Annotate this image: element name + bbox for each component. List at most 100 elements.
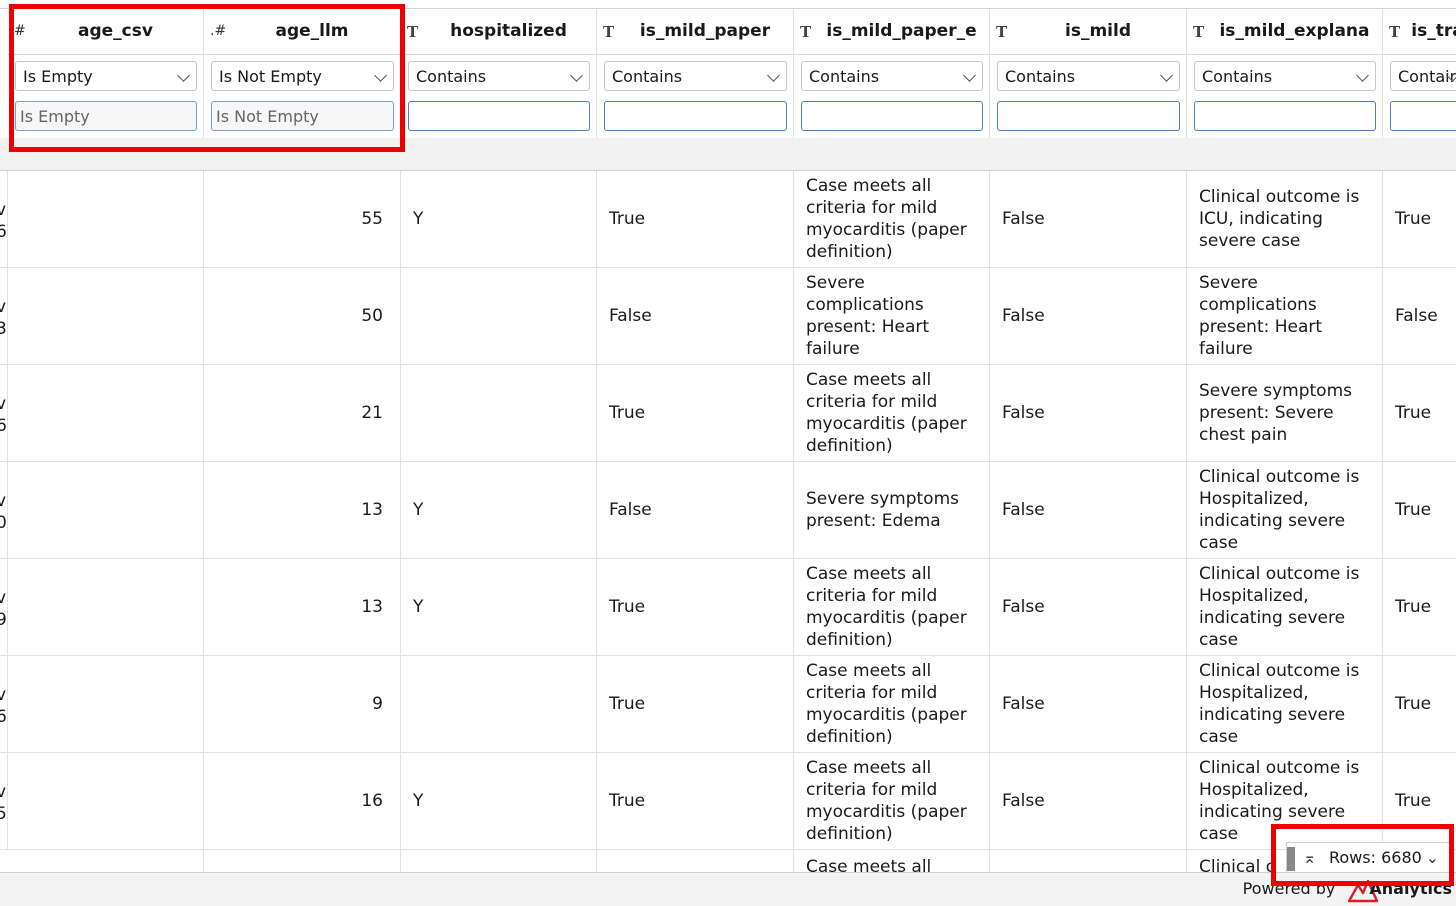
filter-operator-select[interactable]: Contains [604,61,787,91]
cell-age_llm[interactable]: 55 [204,171,401,267]
cell-is_mild_paper[interactable]: True [597,559,794,655]
table-row[interactable]: v 9 13 Y True Case meets all criteria for mi… [0,559,1456,656]
cell-is_tra[interactable]: False [1383,268,1456,364]
column-title[interactable]: is_mild_explana [1211,21,1378,41]
cell-is_mild[interactable]: False [990,656,1187,752]
cell-is_tra[interactable]: True [1383,171,1456,267]
column-header[interactable]: Tis_mild_paper_e [794,9,989,55]
scroll-to-bottom-icon[interactable]: ⌄ [1426,848,1439,867]
filter-operator-select[interactable]: Contair [1390,61,1456,91]
cell-is_mild_paper_e[interactable]: Case meets all criteria for mild myocard… [794,171,990,267]
cell-hospitalized[interactable] [401,656,597,752]
cell-is_mild[interactable]: False [990,462,1187,558]
filter-operator-select[interactable]: Contains [408,61,590,91]
filter-operator-select[interactable]: Is Not Empty [211,61,394,91]
cell-is_mild[interactable] [990,850,1187,872]
filter-value-input[interactable] [1390,101,1456,131]
cell-hospitalized[interactable]: Y [401,171,597,267]
filter-value-input[interactable] [408,101,590,131]
cell-is_mild_explana[interactable]: Severe complications present: Heart fail… [1187,268,1383,364]
column-title[interactable]: is_mild_paper_e [818,21,985,41]
cell-age_csv[interactable] [8,656,204,752]
column-header[interactable]: Tis_mild_explana [1187,9,1382,55]
cell-is_mild[interactable]: False [990,559,1187,655]
cell-is_mild_paper_e[interactable]: Severe complications present: Heart fail… [794,268,990,364]
table-row[interactable]: v 6 21 True Case meets all criteria for mil… [0,365,1456,462]
cell-hospitalized[interactable]: Y [401,753,597,849]
cell-age_llm[interactable]: 9 [204,656,401,752]
cell-is_tra[interactable]: True [1383,656,1456,752]
cell-is_mild[interactable]: False [990,753,1187,849]
column-header[interactable]: Tis_mild [990,9,1186,55]
cell-age_llm[interactable]: 16 [204,753,401,849]
column-header[interactable]: .# age_llm [204,9,400,55]
cell-hospitalized[interactable]: Y [401,462,597,558]
cell-age_csv[interactable] [8,268,204,364]
cell-is_mild_explana[interactable]: Clinical outcome is Hospitalized, indica… [1187,753,1383,849]
cell-is_mild_paper[interactable]: True [597,171,794,267]
table-row[interactable]: v 3 50 False Severe complications present: … [0,268,1456,365]
filter-operator-select[interactable]: Contains [997,61,1180,91]
cell-is_mild_paper[interactable]: True [597,656,794,752]
cell-is_mild_paper[interactable]: True [597,365,794,461]
filter-operator-select[interactable]: Is Empty [15,61,197,91]
filter-operator-select[interactable]: Contains [1194,61,1376,91]
filter-operator-select[interactable]: Contains [801,61,983,91]
column-header[interactable]: Thospitalized [401,9,596,55]
cell-is_tra[interactable]: True [1383,753,1456,849]
cell-is_mild_paper_e[interactable]: Case meets all criteria for mild myocard… [794,656,990,752]
cell-is_mild_explana[interactable]: Severe symptoms present: Severe chest pa… [1187,365,1383,461]
cell-is_mild_explana[interactable]: Clinical outcome is Hospitalized, indica… [1187,462,1383,558]
cell-is_mild_paper_e[interactable]: Case meets all criteria for mild myocard… [794,365,990,461]
column-title[interactable]: hospitalized [425,21,592,41]
cell-is_mild_paper[interactable]: False [597,268,794,364]
cell-is_mild[interactable]: False [990,171,1187,267]
table-row[interactable]: v 6 9 True Case meets all criteria for mild… [0,656,1456,753]
cell-is_mild_paper_e[interactable]: Case meets all criteria for mild myocard… [794,559,990,655]
scroll-to-top-icon[interactable]: ⌅ [1303,848,1316,867]
cell-age_llm[interactable]: 21 [204,365,401,461]
cell-age_csv[interactable] [8,462,204,558]
cell-is_mild_explana[interactable]: Clinical outcome is Hospitalized, indica… [1187,559,1383,655]
cell-is_tra[interactable]: True [1383,365,1456,461]
cell-age_llm[interactable]: 13 [204,462,401,558]
cell-is_mild[interactable]: False [990,268,1187,364]
column-header[interactable]: # age_csv [8,9,203,55]
filter-value-input[interactable] [997,101,1180,131]
cell-is_tra[interactable]: True [1383,462,1456,558]
cell-hospitalized[interactable]: Y [401,559,597,655]
column-title[interactable]: is_tra [1407,21,1456,41]
filter-value-input[interactable] [1194,101,1376,131]
cell-is_tra[interactable]: True [1383,559,1456,655]
cell-is_mild_explana[interactable]: Clinical outcome is ICU, indicating seve… [1187,171,1383,267]
brand-name[interactable]: Analytics [1369,879,1452,898]
cell-is_mild_paper[interactable] [597,850,794,872]
column-header[interactable]: Tis_mild_paper [597,9,793,55]
table-row[interactable]: v 0 13 Y False Severe symptoms present: Edem… [0,462,1456,559]
cell-is_mild_paper[interactable]: False [597,462,794,558]
resize-grip[interactable] [1287,847,1295,871]
table-row[interactable]: v 5 16 Y True Case meets all criteria for mi… [0,753,1456,850]
column-title[interactable]: age_llm [228,21,396,41]
column-title[interactable]: is_mild_paper [621,21,789,41]
table-row[interactable]: v 6 55 Y True Case meets all criteria for mi… [0,171,1456,268]
cell-age_csv[interactable] [8,365,204,461]
table-row-partial[interactable]: Case meets all Clinical o [0,850,1456,872]
filter-value-input[interactable] [604,101,787,131]
cell-age_csv[interactable] [8,850,204,872]
filter-value-input[interactable] [801,101,983,131]
cell-hospitalized[interactable] [401,850,597,872]
cell-age_llm[interactable] [204,850,401,872]
column-header[interactable]: Tis_tra [1383,9,1456,55]
cell-age_llm[interactable]: 13 [204,559,401,655]
cell-hospitalized[interactable] [401,365,597,461]
cell-age_llm[interactable]: 50 [204,268,401,364]
cell-age_csv[interactable] [8,171,204,267]
cell-age_csv[interactable] [8,753,204,849]
cell-is_mild_paper[interactable]: True [597,753,794,849]
cell-is_mild[interactable]: False [990,365,1187,461]
cell-hospitalized[interactable] [401,268,597,364]
cell-is_mild_paper_e[interactable]: Case meets all [794,850,990,872]
column-title[interactable]: age_csv [32,21,199,41]
cell-is_mild_explana[interactable]: Clinical outcome is Hospitalized, indica… [1187,656,1383,752]
